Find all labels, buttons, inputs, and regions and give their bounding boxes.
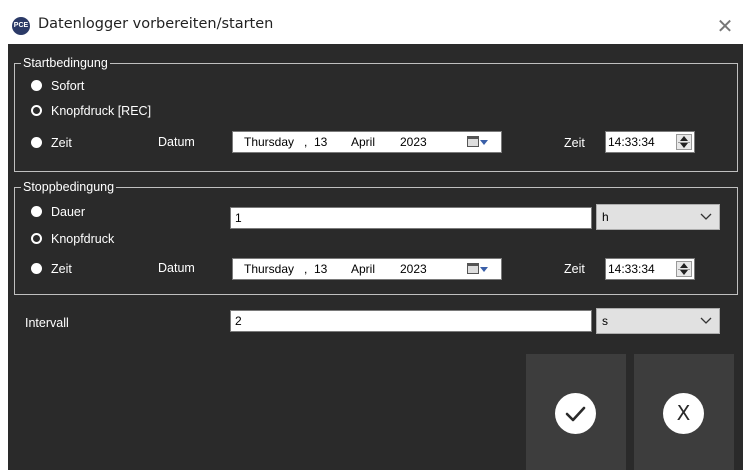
title-bar: PCE Datenlogger vorbereiten/starten ✕ [8, 8, 743, 44]
radio-dot [31, 137, 42, 148]
start-time-input[interactable]: 14:33:34 [605, 131, 695, 153]
date-year: 2023 [400, 262, 427, 276]
dialog-window: PCE Datenlogger vorbereiten/starten ✕ St… [0, 0, 743, 470]
radio-label: Zeit [51, 136, 72, 150]
stop-condition-legend: Stoppbedingung [21, 179, 117, 195]
radio-label: Knopfdruck [51, 232, 115, 246]
confirm-button[interactable] [526, 354, 626, 470]
start-condition-legend: Startbedingung [21, 55, 110, 71]
date-month: April [351, 262, 376, 276]
duration-input[interactable]: 1 [230, 207, 592, 229]
radio-dot-selected [31, 233, 42, 244]
interval-unit-select[interactable]: s [596, 308, 720, 334]
date-separator: , [304, 262, 308, 276]
calendar-dropdown-icon[interactable] [467, 136, 488, 147]
duration-unit-select[interactable]: h [596, 204, 720, 230]
radio-start-time[interactable]: Zeit [31, 135, 72, 151]
stop-time-input[interactable]: 14:33:34 [605, 258, 695, 280]
app-logo-icon: PCE [12, 17, 30, 35]
date-day: 13 [314, 262, 328, 276]
select-value: h [602, 210, 609, 224]
stop-date-picker[interactable]: Thursday , 13 April 2023 [232, 258, 502, 280]
interval-label: Intervall [25, 316, 69, 330]
time-spinner-icon[interactable] [676, 261, 692, 277]
radio-stop-button[interactable]: Knopfdruck [31, 231, 114, 247]
date-weekday: Thursday [244, 262, 295, 276]
radio-dot [31, 80, 42, 91]
cancel-glyph: X [676, 401, 691, 425]
start-date-picker[interactable]: Thursday , 13 April 2023 [232, 131, 502, 153]
close-button[interactable]: ✕ [711, 12, 739, 40]
radio-label: Sofort [51, 79, 85, 93]
radio-dot-selected [31, 105, 42, 116]
radio-stop-time[interactable]: Zeit [31, 261, 72, 277]
time-value: 14:33:34 [608, 262, 655, 276]
radio-start-button[interactable]: Knopfdruck [REC] [31, 103, 151, 119]
checkmark-icon [555, 393, 596, 434]
radio-label: Dauer [51, 205, 86, 219]
select-value: s [602, 314, 608, 328]
start-date-label: Datum [158, 135, 195, 149]
chevron-down-icon [700, 317, 712, 324]
stop-date-label: Datum [158, 261, 195, 275]
radio-label: Knopfdruck [REC] [51, 104, 152, 118]
radio-dot [31, 263, 42, 274]
date-day: 13 [314, 135, 328, 149]
chevron-down-icon [700, 213, 712, 220]
cancel-button[interactable]: X [634, 354, 734, 470]
time-spinner-icon[interactable] [676, 134, 692, 150]
cancel-icon: X [663, 393, 704, 434]
radio-start-immediately[interactable]: Sofort [31, 78, 84, 94]
date-weekday: Thursday [244, 135, 295, 149]
date-separator: , [304, 135, 308, 149]
date-month: April [351, 135, 376, 149]
radio-dot [31, 206, 42, 217]
time-value: 14:33:34 [608, 135, 655, 149]
radio-stop-duration[interactable]: Dauer [31, 204, 85, 220]
window-title: Datenlogger vorbereiten/starten [38, 16, 274, 32]
interval-input[interactable]: 2 [230, 310, 592, 332]
date-year: 2023 [400, 135, 427, 149]
radio-label: Zeit [51, 262, 72, 276]
start-time-label: Zeit [564, 136, 585, 150]
stop-time-label: Zeit [564, 262, 585, 276]
dialog-body: Startbedingung Sofort Knopfdruck [REC] Z… [8, 44, 743, 470]
calendar-dropdown-icon[interactable] [467, 263, 488, 274]
